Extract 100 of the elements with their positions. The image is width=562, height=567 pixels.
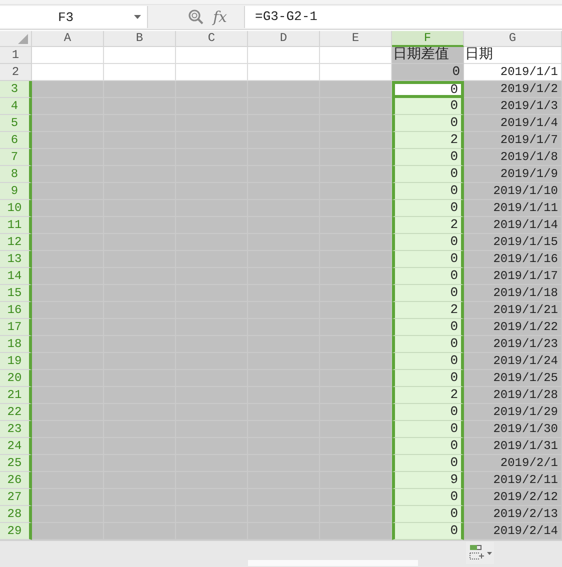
table-cell[interactable]: 2019/1/22 (464, 319, 562, 336)
row-header[interactable]: 9 (0, 183, 32, 200)
table-cell[interactable] (320, 387, 392, 404)
row-header[interactable]: 18 (0, 336, 32, 353)
row-header[interactable]: 14 (0, 268, 32, 285)
table-cell[interactable]: 2019/1/25 (464, 370, 562, 387)
table-cell[interactable] (320, 370, 392, 387)
table-cell[interactable] (32, 217, 104, 234)
table-cell[interactable] (32, 370, 104, 387)
column-header[interactable]: E (320, 31, 392, 47)
table-cell[interactable]: 2019/1/10 (464, 183, 562, 200)
table-cell[interactable] (32, 285, 104, 302)
table-cell[interactable] (104, 81, 176, 98)
table-cell[interactable] (320, 115, 392, 132)
table-cell[interactable] (320, 285, 392, 302)
table-cell[interactable] (32, 47, 104, 64)
table-cell[interactable] (32, 404, 104, 421)
row-header[interactable]: 6 (0, 132, 32, 149)
row-header[interactable]: 21 (0, 387, 32, 404)
table-cell[interactable]: 2019/1/14 (464, 217, 562, 234)
table-cell[interactable] (176, 64, 248, 81)
table-cell[interactable]: 2019/1/18 (464, 285, 562, 302)
table-cell[interactable]: 0 (392, 421, 464, 438)
table-cell[interactable]: 2019/1/2 (464, 81, 562, 98)
row-header[interactable]: 19 (0, 353, 32, 370)
function-button[interactable]: fx (213, 8, 228, 26)
table-cell[interactable] (104, 47, 176, 64)
table-cell[interactable]: 2019/1/28 (464, 387, 562, 404)
table-cell[interactable] (32, 353, 104, 370)
table-cell[interactable]: 0 (392, 64, 464, 81)
table-cell[interactable] (32, 81, 104, 98)
table-cell[interactable]: 0 (392, 489, 464, 506)
column-header[interactable]: C (176, 31, 248, 47)
row-header[interactable]: 23 (0, 421, 32, 438)
table-cell[interactable]: 0 (392, 438, 464, 455)
table-cell[interactable] (32, 302, 104, 319)
row-header[interactable]: 29 (0, 523, 32, 540)
table-cell[interactable] (320, 200, 392, 217)
table-cell[interactable]: 0 (392, 370, 464, 387)
table-cell[interactable]: 2019/1/16 (464, 251, 562, 268)
table-cell[interactable] (320, 472, 392, 489)
name-box[interactable]: F3 (0, 6, 148, 28)
row-header[interactable]: 10 (0, 200, 32, 217)
row-header[interactable]: 5 (0, 115, 32, 132)
table-cell[interactable]: 2019/1/15 (464, 234, 562, 251)
table-cell[interactable]: 2019/2/13 (464, 506, 562, 523)
table-cell[interactable] (32, 472, 104, 489)
table-cell[interactable]: 2019/1/29 (464, 404, 562, 421)
table-cell[interactable] (320, 98, 392, 115)
table-cell[interactable]: 2019/2/1 (464, 455, 562, 472)
table-cell[interactable]: 2019/1/4 (464, 115, 562, 132)
row-header[interactable]: 22 (0, 404, 32, 421)
table-cell[interactable]: 0 (392, 200, 464, 217)
row-header[interactable]: 13 (0, 251, 32, 268)
formula-field[interactable]: =G3-G2-1 (244, 6, 562, 28)
table-cell[interactable] (32, 64, 104, 81)
table-cell[interactable]: 0 (392, 319, 464, 336)
table-cell[interactable]: 2019/2/12 (464, 489, 562, 506)
table-cell[interactable] (320, 523, 392, 540)
table-cell[interactable] (320, 438, 392, 455)
table-cell[interactable]: 0 (392, 166, 464, 183)
row-header[interactable]: 25 (0, 455, 32, 472)
row-header[interactable]: 17 (0, 319, 32, 336)
table-cell[interactable] (248, 523, 320, 540)
table-cell[interactable] (320, 268, 392, 285)
row-header[interactable]: 26 (0, 472, 32, 489)
table-cell[interactable]: 2019/1/31 (464, 438, 562, 455)
table-cell[interactable] (176, 81, 248, 98)
table-cell[interactable]: 2019/1/21 (464, 302, 562, 319)
table-cell[interactable] (320, 421, 392, 438)
table-cell[interactable] (104, 523, 176, 540)
table-cell[interactable] (176, 523, 248, 540)
row-header[interactable]: 2 (0, 64, 32, 81)
table-cell[interactable]: 0 (392, 268, 464, 285)
row-header[interactable]: 24 (0, 438, 32, 455)
table-cell[interactable] (32, 132, 104, 149)
table-cell[interactable] (32, 251, 104, 268)
select-all-icon[interactable] (18, 34, 28, 44)
table-cell[interactable] (320, 64, 392, 81)
table-cell[interactable]: 2019/1/30 (464, 421, 562, 438)
table-cell[interactable] (320, 455, 392, 472)
table-cell[interactable]: 0 (392, 336, 464, 353)
table-cell[interactable]: 0 (392, 149, 464, 166)
table-cell[interactable] (32, 421, 104, 438)
table-cell[interactable]: 0 (392, 251, 464, 268)
column-header[interactable]: G (464, 31, 562, 47)
table-cell[interactable] (32, 438, 104, 455)
table-cell[interactable] (320, 132, 392, 149)
row-header[interactable]: 1 (0, 47, 32, 64)
table-cell[interactable] (104, 64, 176, 81)
table-cell[interactable] (32, 489, 104, 506)
row-header[interactable]: 7 (0, 149, 32, 166)
table-cell[interactable]: 0 (392, 404, 464, 421)
column-header[interactable]: A (32, 31, 104, 47)
table-cell[interactable]: 2019/1/3 (464, 98, 562, 115)
table-cell[interactable]: 0 (392, 455, 464, 472)
table-cell[interactable]: 2 (392, 217, 464, 234)
table-cell[interactable]: 9 (392, 472, 464, 489)
row-header[interactable]: 11 (0, 217, 32, 234)
table-cell[interactable] (32, 98, 104, 115)
